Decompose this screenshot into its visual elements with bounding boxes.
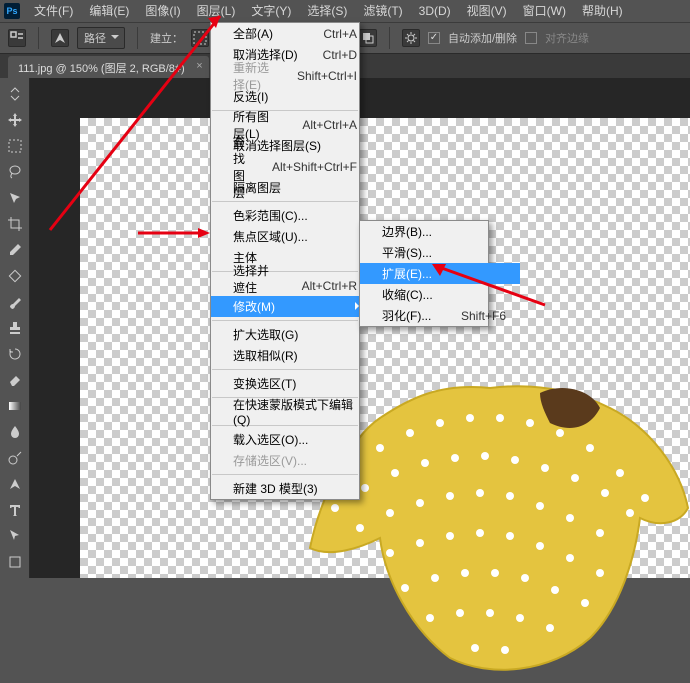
gear-icon[interactable] <box>402 29 420 47</box>
quick-select-tool-icon[interactable] <box>3 186 27 210</box>
menu-layer[interactable]: 图层(L) <box>189 0 244 22</box>
marquee-tool-icon[interactable] <box>3 134 27 158</box>
build-label: 建立： <box>150 30 183 46</box>
menu-save-selection[interactable]: 存储选区(V)... <box>211 450 371 471</box>
history-brush-tool-icon[interactable] <box>3 342 27 366</box>
submenu-contract[interactable]: 收缩(C)... <box>360 284 520 305</box>
collapse-icon[interactable] <box>3 82 27 106</box>
select-menu-dropdown: 全部(A)Ctrl+A 取消选择(D)Ctrl+D 重新选择(E)Shift+C… <box>210 22 360 500</box>
make-selection-icon[interactable] <box>191 29 209 47</box>
gradient-tool-icon[interactable] <box>3 394 27 418</box>
menu-quick-mask[interactable]: 在快速蒙版模式下编辑(Q) <box>211 401 371 422</box>
menu-help[interactable]: 帮助(H) <box>574 0 631 22</box>
pen-tool-icon[interactable] <box>51 29 69 47</box>
eraser-tool-icon[interactable] <box>3 368 27 392</box>
menu-color-range[interactable]: 色彩范围(C)... <box>211 205 371 226</box>
canvas[interactable] <box>80 118 690 578</box>
lasso-tool-icon[interactable] <box>3 160 27 184</box>
menu-focus-area[interactable]: 焦点区域(U)... <box>211 226 371 247</box>
menu-similar[interactable]: 选取相似(R) <box>211 345 371 366</box>
healing-tool-icon[interactable] <box>3 264 27 288</box>
dodge-tool-icon[interactable] <box>3 446 27 470</box>
auto-add-delete[interactable]: 自动添加/删除 <box>428 30 517 46</box>
tools-panel <box>0 78 30 578</box>
menu-load-selection[interactable]: 载入选区(O)... <box>211 429 371 450</box>
modify-submenu: 边界(B)... 平滑(S)... 扩展(E)... 收缩(C)... 羽化(F… <box>359 220 489 327</box>
menu-filter[interactable]: 滤镜(T) <box>355 0 410 22</box>
menu-transform-selection[interactable]: 变换选区(T) <box>211 373 371 394</box>
submenu-border[interactable]: 边界(B)... <box>360 221 520 242</box>
checkbox-icon <box>428 32 440 44</box>
type-tool-icon[interactable] <box>3 498 27 522</box>
brush-tool-icon[interactable] <box>3 290 27 314</box>
menu-reselect[interactable]: 重新选择(E)Shift+Ctrl+I <box>211 65 371 86</box>
menu-edit[interactable]: 编辑(E) <box>81 0 137 22</box>
blur-tool-icon[interactable] <box>3 420 27 444</box>
tool-preset-icon[interactable] <box>8 29 26 47</box>
menu-3d[interactable]: 3D(D) <box>411 0 459 22</box>
close-icon[interactable]: × <box>196 60 202 72</box>
menu-find-layers[interactable]: 查找图层Alt+Shift+Ctrl+F <box>211 156 371 177</box>
menu-select[interactable]: 选择(S) <box>299 0 355 22</box>
menu-modify[interactable]: 修改(M) <box>211 296 371 317</box>
menubar: Ps 文件(F) 编辑(E) 图像(I) 图层(L) 文字(Y) 选择(S) 滤… <box>0 0 690 22</box>
checkbox-icon <box>525 32 537 44</box>
menu-new-3d[interactable]: 新建 3D 模型(3) <box>211 478 371 499</box>
menu-all[interactable]: 全部(A)Ctrl+A <box>211 23 371 44</box>
submenu-expand[interactable]: 扩展(E)... <box>360 263 520 284</box>
document-tab[interactable]: 111.jpg @ 150% (图层 2, RGB/8#) × <box>8 56 209 78</box>
menu-type[interactable]: 文字(Y) <box>243 0 299 22</box>
menu-window[interactable]: 窗口(W) <box>515 0 574 22</box>
shape-tool-icon[interactable] <box>3 550 27 574</box>
pen-tool-icon[interactable] <box>3 472 27 496</box>
menu-inverse[interactable]: 反选(I) <box>211 86 371 107</box>
mode-dropdown[interactable]: 路径 <box>77 27 125 49</box>
stamp-tool-icon[interactable] <box>3 316 27 340</box>
menu-select-and-mask[interactable]: 选择并遮住(K)...Alt+Ctrl+R <box>211 275 371 296</box>
menu-isolate-layers[interactable]: 隔离图层 <box>211 177 371 198</box>
path-select-tool-icon[interactable] <box>3 524 27 548</box>
menu-image[interactable]: 图像(I) <box>137 0 188 22</box>
menu-grow[interactable]: 扩大选取(G) <box>211 324 371 345</box>
eyedropper-tool-icon[interactable] <box>3 238 27 262</box>
menu-file[interactable]: 文件(F) <box>26 0 81 22</box>
app-icon: Ps <box>4 3 20 19</box>
submenu-feather[interactable]: 羽化(F)...Shift+F6 <box>360 305 520 326</box>
crop-tool-icon[interactable] <box>3 212 27 236</box>
move-tool-icon[interactable] <box>3 108 27 132</box>
menu-view[interactable]: 视图(V) <box>459 0 515 22</box>
submenu-smooth[interactable]: 平滑(S)... <box>360 242 520 263</box>
align-edges[interactable]: 对齐边缘 <box>525 30 589 46</box>
